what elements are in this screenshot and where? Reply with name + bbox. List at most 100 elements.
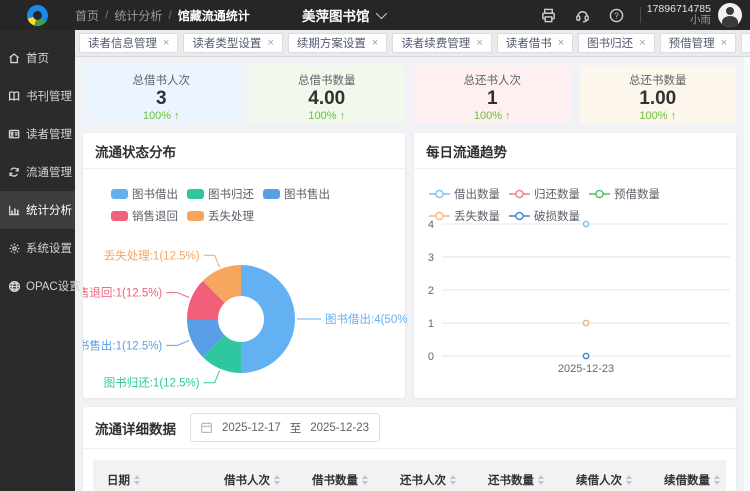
sort-icon[interactable] bbox=[538, 475, 544, 485]
legend-label: 破损数量 bbox=[534, 208, 580, 224]
sidebar-item-3[interactable]: 流通管理 bbox=[0, 153, 75, 191]
tab-1[interactable]: 读者类型设置× bbox=[183, 33, 282, 53]
close-icon[interactable]: × bbox=[558, 37, 564, 49]
sidebar-item-label: 统计分析 bbox=[26, 202, 72, 218]
stat-card-3: 总还书数量 1.00 100% ↑ bbox=[580, 65, 737, 124]
column-header-3[interactable]: 还书人次 bbox=[400, 472, 488, 488]
sidebar-item-5[interactable]: 系统设置 bbox=[0, 229, 75, 267]
svg-text:?: ? bbox=[615, 11, 620, 20]
legend-line-marker-icon bbox=[509, 189, 530, 199]
tab-0[interactable]: 读者信息管理× bbox=[79, 33, 178, 53]
date-start[interactable]: 2025-12-17 bbox=[221, 422, 282, 434]
stat-card-trend: 100% ↑ bbox=[249, 110, 406, 122]
sidebar-item-6[interactable]: OPAC设置 bbox=[0, 267, 75, 305]
legend-swatch-icon bbox=[187, 189, 204, 199]
breadcrumb-home[interactable]: 首页 bbox=[75, 7, 99, 24]
tab-5[interactable]: 图书归还× bbox=[578, 33, 654, 53]
pie-legend-item-4[interactable]: 丢失处理 bbox=[187, 208, 254, 224]
sort-icon[interactable] bbox=[714, 475, 720, 485]
pie-legend: 图书借出 图书归还 图书售出销售退回 丢失处理 bbox=[111, 186, 377, 224]
stat-card-value: 1.00 bbox=[580, 88, 737, 110]
tab-6[interactable]: 预借管理× bbox=[660, 33, 736, 53]
legend-label: 图书售出 bbox=[284, 186, 330, 202]
column-header-5[interactable]: 续借人次 bbox=[576, 472, 664, 488]
sidebar-item-2[interactable]: 读者管理 bbox=[0, 115, 75, 153]
sort-icon[interactable] bbox=[134, 475, 140, 485]
column-header-6[interactable]: 续借数量 bbox=[664, 472, 736, 488]
headset-icon[interactable] bbox=[566, 0, 600, 30]
line-chart-title: 每日流通趋势 bbox=[414, 133, 736, 169]
sort-icon[interactable] bbox=[274, 475, 280, 485]
column-header-2[interactable]: 借书数量 bbox=[312, 472, 400, 488]
stat-card-1: 总借书数量 4.00 100% ↑ bbox=[249, 65, 406, 124]
x-tick-label: 2025-12-23 bbox=[558, 363, 614, 375]
date-range-picker[interactable]: 2025-12-17 至 2025-12-23 bbox=[190, 413, 380, 442]
close-icon[interactable]: × bbox=[476, 37, 482, 49]
close-icon[interactable]: × bbox=[372, 37, 378, 49]
tab-4[interactable]: 读者借书× bbox=[497, 33, 573, 53]
sidebar-item-label: OPAC设置 bbox=[26, 278, 81, 294]
sort-icon[interactable] bbox=[362, 475, 368, 485]
pie-label-line bbox=[204, 255, 220, 267]
top-bar: 首页 / 统计分析 / 馆藏流通统计 美萍图书馆 ? 17896714785 小… bbox=[0, 0, 750, 30]
gear-icon bbox=[8, 242, 21, 255]
tab-3[interactable]: 读者续费管理× bbox=[392, 33, 491, 53]
legend-swatch-icon bbox=[111, 211, 128, 221]
pie-data-label: 图书归还:1(12.5%) bbox=[104, 376, 200, 390]
legend-label: 丢失处理 bbox=[208, 208, 254, 224]
close-icon[interactable]: × bbox=[639, 37, 645, 49]
scrollbar[interactable] bbox=[744, 57, 750, 491]
column-label: 还书人次 bbox=[400, 472, 446, 488]
library-name: 美萍图书馆 bbox=[302, 5, 370, 25]
sidebar-item-0[interactable]: 首页 bbox=[0, 39, 75, 77]
library-selector[interactable]: 美萍图书馆 bbox=[302, 0, 384, 30]
app-logo[interactable] bbox=[0, 5, 75, 26]
user-info: 17896714785 小雨 bbox=[647, 4, 711, 26]
line-legend-item-0[interactable]: 借出数量 bbox=[429, 186, 500, 202]
pie-slice-0[interactable] bbox=[241, 265, 295, 373]
column-header-1[interactable]: 借书人次 bbox=[224, 472, 312, 488]
reader-icon bbox=[8, 128, 21, 141]
breadcrumb-separator: / bbox=[168, 8, 171, 22]
help-icon[interactable]: ? bbox=[600, 0, 634, 30]
sidebar-item-label: 书刊管理 bbox=[26, 88, 72, 104]
data-point-破损数量[interactable] bbox=[583, 353, 588, 358]
pie-legend-item-1[interactable]: 图书归还 bbox=[187, 186, 254, 202]
sort-icon[interactable] bbox=[450, 475, 456, 485]
y-tick-label: 3 bbox=[428, 252, 434, 264]
avatar[interactable] bbox=[718, 3, 742, 27]
line-legend-item-4[interactable]: 破损数量 bbox=[509, 208, 580, 224]
close-icon[interactable]: × bbox=[267, 37, 273, 49]
legend-label: 图书归还 bbox=[208, 186, 254, 202]
pie-label-line bbox=[204, 371, 220, 383]
close-icon[interactable]: × bbox=[163, 37, 169, 49]
date-end[interactable]: 2025-12-23 bbox=[309, 422, 370, 434]
column-label: 还书数量 bbox=[488, 472, 534, 488]
sort-icon[interactable] bbox=[626, 475, 632, 485]
pie-legend-item-2[interactable]: 图书售出 bbox=[263, 186, 330, 202]
line-legend-item-2[interactable]: 预借数量 bbox=[589, 186, 660, 202]
pie-legend-item-3[interactable]: 销售退回 bbox=[111, 208, 178, 224]
stat-card-trend: 100% ↑ bbox=[580, 110, 737, 122]
pie-legend-item-0[interactable]: 图书借出 bbox=[111, 186, 178, 202]
close-icon[interactable]: × bbox=[721, 37, 727, 49]
tab-7[interactable]: 藏书类别统计× bbox=[741, 33, 750, 53]
tab-2[interactable]: 续期方案设置× bbox=[288, 33, 387, 53]
table-header-row: 日期 借书人次 借书数量 还书人次 还书数量 续借人次 续借数量 预借人次 bbox=[93, 460, 726, 491]
line-legend-item-1[interactable]: 归还数量 bbox=[509, 186, 580, 202]
chevron-down-icon bbox=[375, 8, 386, 19]
user-name: 小雨 bbox=[647, 15, 711, 26]
sidebar-item-1[interactable]: 书刊管理 bbox=[0, 77, 75, 115]
sidebar-item-4[interactable]: 统计分析 bbox=[0, 191, 75, 229]
line-legend-item-3[interactable]: 丢失数量 bbox=[429, 208, 500, 224]
stat-card-trend: 100% ↑ bbox=[83, 110, 240, 122]
printer-icon[interactable] bbox=[532, 0, 566, 30]
y-tick-label: 1 bbox=[428, 318, 434, 330]
column-header-4[interactable]: 还书数量 bbox=[488, 472, 576, 488]
column-header-0[interactable]: 日期 bbox=[93, 472, 224, 488]
data-point-丢失数量[interactable] bbox=[583, 320, 588, 325]
stat-card-0: 总借书人次 3 100% ↑ bbox=[83, 65, 240, 124]
pie-data-label: 丢失处理:1(12.5%) bbox=[104, 249, 200, 262]
pie-chart-panel: 流通状态分布 图书借出图书归还图书售出销售退回丢失处理 图书借出:4(50%)图… bbox=[83, 133, 405, 398]
breadcrumb-section[interactable]: 统计分析 bbox=[114, 7, 162, 24]
